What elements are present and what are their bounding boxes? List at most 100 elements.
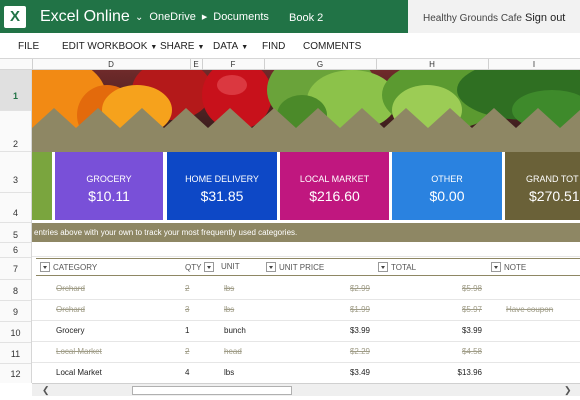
- tile-local-market[interactable]: LOCAL MARKET $216.60: [280, 152, 389, 220]
- cell-unit-price[interactable]: $3.49: [300, 368, 370, 377]
- menu-find[interactable]: FIND: [262, 41, 285, 52]
- cell-qty[interactable]: 1: [185, 326, 199, 335]
- caret-down-icon: ▼: [241, 44, 249, 51]
- menu-file[interactable]: FILE: [18, 41, 39, 52]
- cell-category[interactable]: Grocery: [56, 326, 176, 335]
- cell-unit-price[interactable]: $3.99: [300, 326, 370, 335]
- cell-unit-price[interactable]: $2.29: [300, 347, 370, 356]
- breadcrumb-onedrive[interactable]: OneDrive: [149, 11, 195, 23]
- cell-total[interactable]: $4.58: [410, 347, 482, 356]
- header-total[interactable]: TOTAL: [378, 262, 416, 272]
- header-note[interactable]: NOTE: [491, 262, 526, 272]
- cell-unit-price[interactable]: $2.99: [300, 284, 370, 293]
- chevron-down-icon[interactable]: ⌄: [135, 12, 143, 23]
- header-qty[interactable]: QTY: [185, 262, 215, 272]
- cell-category[interactable]: Orchard: [56, 284, 176, 293]
- header-qty-label: QTY: [185, 262, 202, 272]
- row-number-7[interactable]: 7: [0, 258, 31, 279]
- column-e[interactable]: E: [190, 60, 202, 69]
- cell-unit[interactable]: head: [224, 347, 264, 356]
- row-number-10[interactable]: 10: [0, 322, 31, 342]
- filter-dropdown-icon[interactable]: [491, 262, 501, 272]
- row-number-1[interactable]: 1: [0, 70, 31, 110]
- header-category[interactable]: CATEGORY: [40, 262, 97, 272]
- column-h[interactable]: H: [376, 60, 488, 69]
- row-number-11[interactable]: 11: [0, 343, 31, 363]
- cell-unit[interactable]: lbs: [224, 368, 264, 377]
- filter-dropdown-icon[interactable]: [204, 262, 215, 272]
- cell-qty[interactable]: 3: [185, 305, 199, 314]
- cell-category[interactable]: Local Market: [56, 347, 176, 356]
- workbook-name[interactable]: Book 2: [289, 12, 323, 24]
- row-gridline: [32, 362, 580, 363]
- filter-dropdown-icon[interactable]: [266, 262, 276, 272]
- menu-share[interactable]: SHARE ▼: [160, 41, 204, 52]
- column-header: D E F G H I: [0, 58, 580, 70]
- menu-comments[interactable]: COMMENTS: [303, 41, 361, 52]
- row-number-2[interactable]: 2: [0, 111, 31, 151]
- filter-dropdown-icon[interactable]: [378, 262, 388, 272]
- tile-label: LOCAL MARKET: [299, 174, 370, 184]
- tile-grocery[interactable]: GROCERY $10.11: [55, 152, 163, 220]
- cell-unit-price[interactable]: $1.99: [300, 305, 370, 314]
- row-number-4[interactable]: 4: [0, 198, 31, 222]
- menu-share-label: SHARE: [160, 41, 195, 52]
- menu-data[interactable]: DATA ▼: [213, 41, 248, 52]
- menu-data-label: DATA: [213, 41, 239, 52]
- column-d[interactable]: D: [32, 60, 190, 69]
- row-number-12[interactable]: 12: [0, 364, 31, 383]
- row-gridline: [32, 341, 580, 342]
- row-gridline: [32, 256, 580, 257]
- scroll-thumb[interactable]: [132, 386, 292, 395]
- cell-qty[interactable]: 2: [185, 347, 199, 356]
- cell-category[interactable]: Local Market: [56, 368, 176, 377]
- header-unit[interactable]: UNIT: [221, 262, 240, 271]
- header-unit-price[interactable]: UNIT PRICE: [266, 262, 324, 272]
- cell-unit[interactable]: lbs: [224, 305, 264, 314]
- cell-total[interactable]: $3.99: [410, 326, 482, 335]
- tile-other[interactable]: OTHER $0.00: [392, 152, 502, 220]
- cell-total[interactable]: $5.97: [410, 305, 482, 314]
- cell-qty[interactable]: 2: [185, 284, 199, 293]
- tile-label: HOME DELIVERY: [185, 174, 259, 184]
- header-category-label: CATEGORY: [53, 262, 98, 272]
- row-number-6[interactable]: 6: [0, 243, 31, 257]
- scroll-left-icon[interactable]: ❮: [42, 385, 50, 396]
- table-header-rule: [36, 275, 580, 276]
- app-name[interactable]: Excel Online: [40, 8, 130, 26]
- row-number-8[interactable]: 8: [0, 280, 31, 300]
- cell-unit[interactable]: bunch: [224, 326, 264, 335]
- tile-label: GRAND TOT: [526, 174, 579, 184]
- row-number-5[interactable]: 5: [0, 223, 31, 242]
- cell-unit[interactable]: lbs: [224, 284, 264, 293]
- cell-qty[interactable]: 4: [185, 368, 199, 377]
- column-f[interactable]: F: [202, 60, 264, 69]
- filter-dropdown-icon[interactable]: [40, 262, 50, 272]
- tile-partial-left[interactable]: [32, 152, 52, 220]
- sign-out-link[interactable]: Sign out: [525, 12, 565, 24]
- breadcrumb-separator-icon: ▶: [201, 14, 208, 21]
- caret-down-icon: ▼: [150, 44, 158, 51]
- horizontal-scrollbar[interactable]: ❮ ❯: [32, 383, 580, 396]
- header-unit-label: UNIT: [221, 262, 240, 271]
- menu-edit-workbook-label: EDIT WORKBOOK: [62, 41, 148, 52]
- excel-logo-icon[interactable]: X: [4, 6, 26, 28]
- instruction-text: entries above with your own to track you…: [34, 228, 298, 237]
- cell-category[interactable]: Orchard: [56, 305, 176, 314]
- cell-total[interactable]: $13.96: [410, 368, 482, 377]
- cell-note[interactable]: Have coupon: [506, 305, 580, 314]
- breadcrumb: ⌄ OneDrive ▶ Documents: [135, 11, 269, 23]
- tile-home-delivery[interactable]: HOME DELIVERY $31.85: [167, 152, 277, 220]
- menu-edit-workbook[interactable]: EDIT WORKBOOK ▼: [62, 41, 157, 52]
- excel-online-window: X Excel Online ⌄ OneDrive ▶ Documents Bo…: [0, 0, 580, 400]
- cell-total[interactable]: $5.98: [410, 284, 482, 293]
- tile-grand-total[interactable]: GRAND TOT $270.51: [505, 152, 580, 220]
- scroll-right-icon[interactable]: ❯: [564, 385, 572, 396]
- row-number-3[interactable]: 3: [0, 152, 31, 192]
- column-g[interactable]: G: [264, 60, 376, 69]
- row-number-9[interactable]: 9: [0, 301, 31, 321]
- column-i[interactable]: I: [488, 60, 580, 69]
- owner-name: Healthy Grounds Cafe: [423, 13, 522, 24]
- row-header: 1 2 3 4 5 6 7 8 9 10 11 12: [0, 70, 32, 383]
- breadcrumb-documents[interactable]: Documents: [213, 11, 269, 23]
